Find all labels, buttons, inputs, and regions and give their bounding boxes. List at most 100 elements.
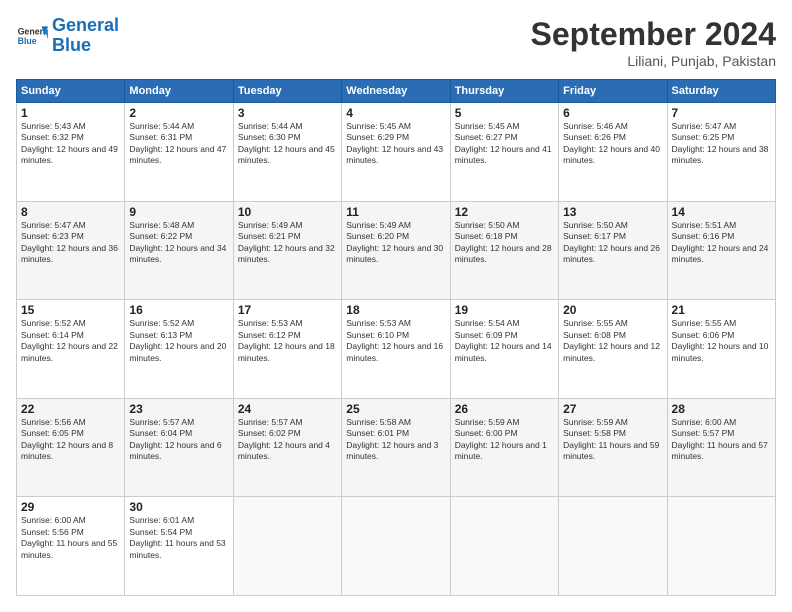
day-number: 7 <box>672 106 771 120</box>
calendar-cell: 4 Sunrise: 5:45 AM Sunset: 6:29 PM Dayli… <box>342 103 450 202</box>
day-info: Sunrise: 6:01 AM Sunset: 5:54 PM Dayligh… <box>129 515 228 561</box>
weekday-header-friday: Friday <box>559 80 667 103</box>
calendar-cell <box>450 497 558 596</box>
calendar-cell: 14 Sunrise: 5:51 AM Sunset: 6:16 PM Dayl… <box>667 201 775 300</box>
calendar-cell: 16 Sunrise: 5:52 AM Sunset: 6:13 PM Dayl… <box>125 300 233 399</box>
day-number: 30 <box>129 500 228 514</box>
week-row-3: 15 Sunrise: 5:52 AM Sunset: 6:14 PM Dayl… <box>17 300 776 399</box>
day-info: Sunrise: 5:55 AM Sunset: 6:06 PM Dayligh… <box>672 318 771 364</box>
week-row-1: 1 Sunrise: 5:43 AM Sunset: 6:32 PM Dayli… <box>17 103 776 202</box>
calendar-table: SundayMondayTuesdayWednesdayThursdayFrid… <box>16 79 776 596</box>
logo-wordmark: General Blue <box>52 16 119 56</box>
calendar-cell: 11 Sunrise: 5:49 AM Sunset: 6:20 PM Dayl… <box>342 201 450 300</box>
weekday-header-thursday: Thursday <box>450 80 558 103</box>
calendar-cell <box>342 497 450 596</box>
day-info: Sunrise: 5:59 AM Sunset: 6:00 PM Dayligh… <box>455 417 554 463</box>
day-number: 28 <box>672 402 771 416</box>
day-number: 16 <box>129 303 228 317</box>
day-info: Sunrise: 5:52 AM Sunset: 6:13 PM Dayligh… <box>129 318 228 364</box>
calendar-header: SundayMondayTuesdayWednesdayThursdayFrid… <box>17 80 776 103</box>
week-row-2: 8 Sunrise: 5:47 AM Sunset: 6:23 PM Dayli… <box>17 201 776 300</box>
calendar-cell: 25 Sunrise: 5:58 AM Sunset: 6:01 PM Dayl… <box>342 398 450 497</box>
calendar-cell: 15 Sunrise: 5:52 AM Sunset: 6:14 PM Dayl… <box>17 300 125 399</box>
calendar-cell: 18 Sunrise: 5:53 AM Sunset: 6:10 PM Dayl… <box>342 300 450 399</box>
day-number: 12 <box>455 205 554 219</box>
calendar-cell: 27 Sunrise: 5:59 AM Sunset: 5:58 PM Dayl… <box>559 398 667 497</box>
calendar-cell: 3 Sunrise: 5:44 AM Sunset: 6:30 PM Dayli… <box>233 103 341 202</box>
calendar-cell: 23 Sunrise: 5:57 AM Sunset: 6:04 PM Dayl… <box>125 398 233 497</box>
day-number: 26 <box>455 402 554 416</box>
day-info: Sunrise: 5:48 AM Sunset: 6:22 PM Dayligh… <box>129 220 228 266</box>
location-title: Liliani, Punjab, Pakistan <box>531 53 776 69</box>
day-info: Sunrise: 5:51 AM Sunset: 6:16 PM Dayligh… <box>672 220 771 266</box>
calendar-cell: 29 Sunrise: 6:00 AM Sunset: 5:56 PM Dayl… <box>17 497 125 596</box>
logo-general: General <box>52 15 119 35</box>
calendar-body: 1 Sunrise: 5:43 AM Sunset: 6:32 PM Dayli… <box>17 103 776 596</box>
day-number: 14 <box>672 205 771 219</box>
week-row-5: 29 Sunrise: 6:00 AM Sunset: 5:56 PM Dayl… <box>17 497 776 596</box>
calendar-cell <box>559 497 667 596</box>
calendar-cell: 6 Sunrise: 5:46 AM Sunset: 6:26 PM Dayli… <box>559 103 667 202</box>
day-number: 24 <box>238 402 337 416</box>
day-number: 21 <box>672 303 771 317</box>
weekday-header-wednesday: Wednesday <box>342 80 450 103</box>
day-info: Sunrise: 5:54 AM Sunset: 6:09 PM Dayligh… <box>455 318 554 364</box>
calendar-cell: 12 Sunrise: 5:50 AM Sunset: 6:18 PM Dayl… <box>450 201 558 300</box>
calendar-cell: 5 Sunrise: 5:45 AM Sunset: 6:27 PM Dayli… <box>450 103 558 202</box>
calendar-cell: 28 Sunrise: 6:00 AM Sunset: 5:57 PM Dayl… <box>667 398 775 497</box>
day-info: Sunrise: 5:53 AM Sunset: 6:12 PM Dayligh… <box>238 318 337 364</box>
day-number: 9 <box>129 205 228 219</box>
calendar-cell: 17 Sunrise: 5:53 AM Sunset: 6:12 PM Dayl… <box>233 300 341 399</box>
day-number: 18 <box>346 303 445 317</box>
day-info: Sunrise: 5:50 AM Sunset: 6:17 PM Dayligh… <box>563 220 662 266</box>
day-number: 11 <box>346 205 445 219</box>
day-number: 3 <box>238 106 337 120</box>
week-row-4: 22 Sunrise: 5:56 AM Sunset: 6:05 PM Dayl… <box>17 398 776 497</box>
day-number: 29 <box>21 500 120 514</box>
day-number: 10 <box>238 205 337 219</box>
weekday-header-sunday: Sunday <box>17 80 125 103</box>
day-info: Sunrise: 5:43 AM Sunset: 6:32 PM Dayligh… <box>21 121 120 167</box>
day-info: Sunrise: 5:52 AM Sunset: 6:14 PM Dayligh… <box>21 318 120 364</box>
day-number: 27 <box>563 402 662 416</box>
day-number: 2 <box>129 106 228 120</box>
calendar-cell: 24 Sunrise: 5:57 AM Sunset: 6:02 PM Dayl… <box>233 398 341 497</box>
day-info: Sunrise: 5:55 AM Sunset: 6:08 PM Dayligh… <box>563 318 662 364</box>
calendar-cell: 21 Sunrise: 5:55 AM Sunset: 6:06 PM Dayl… <box>667 300 775 399</box>
day-number: 15 <box>21 303 120 317</box>
calendar-cell: 8 Sunrise: 5:47 AM Sunset: 6:23 PM Dayli… <box>17 201 125 300</box>
weekday-header-tuesday: Tuesday <box>233 80 341 103</box>
calendar-cell: 10 Sunrise: 5:49 AM Sunset: 6:21 PM Dayl… <box>233 201 341 300</box>
calendar-cell: 20 Sunrise: 5:55 AM Sunset: 6:08 PM Dayl… <box>559 300 667 399</box>
day-number: 5 <box>455 106 554 120</box>
calendar-cell: 2 Sunrise: 5:44 AM Sunset: 6:31 PM Dayli… <box>125 103 233 202</box>
day-number: 1 <box>21 106 120 120</box>
day-info: Sunrise: 5:49 AM Sunset: 6:21 PM Dayligh… <box>238 220 337 266</box>
day-info: Sunrise: 5:57 AM Sunset: 6:04 PM Dayligh… <box>129 417 228 463</box>
day-info: Sunrise: 5:45 AM Sunset: 6:27 PM Dayligh… <box>455 121 554 167</box>
day-number: 19 <box>455 303 554 317</box>
day-number: 8 <box>21 205 120 219</box>
day-number: 4 <box>346 106 445 120</box>
logo-blue: Blue <box>52 35 91 55</box>
day-number: 17 <box>238 303 337 317</box>
day-number: 23 <box>129 402 228 416</box>
calendar-cell: 30 Sunrise: 6:01 AM Sunset: 5:54 PM Dayl… <box>125 497 233 596</box>
day-info: Sunrise: 6:00 AM Sunset: 5:56 PM Dayligh… <box>21 515 120 561</box>
calendar-cell: 22 Sunrise: 5:56 AM Sunset: 6:05 PM Dayl… <box>17 398 125 497</box>
day-info: Sunrise: 5:56 AM Sunset: 6:05 PM Dayligh… <box>21 417 120 463</box>
day-info: Sunrise: 5:53 AM Sunset: 6:10 PM Dayligh… <box>346 318 445 364</box>
day-info: Sunrise: 5:57 AM Sunset: 6:02 PM Dayligh… <box>238 417 337 463</box>
day-info: Sunrise: 5:49 AM Sunset: 6:20 PM Dayligh… <box>346 220 445 266</box>
day-info: Sunrise: 5:45 AM Sunset: 6:29 PM Dayligh… <box>346 121 445 167</box>
day-info: Sunrise: 5:47 AM Sunset: 6:23 PM Dayligh… <box>21 220 120 266</box>
day-info: Sunrise: 5:59 AM Sunset: 5:58 PM Dayligh… <box>563 417 662 463</box>
day-info: Sunrise: 5:47 AM Sunset: 6:25 PM Dayligh… <box>672 121 771 167</box>
calendar-cell: 26 Sunrise: 5:59 AM Sunset: 6:00 PM Dayl… <box>450 398 558 497</box>
calendar-cell: 1 Sunrise: 5:43 AM Sunset: 6:32 PM Dayli… <box>17 103 125 202</box>
day-number: 22 <box>21 402 120 416</box>
day-info: Sunrise: 5:46 AM Sunset: 6:26 PM Dayligh… <box>563 121 662 167</box>
title-block: September 2024 Liliani, Punjab, Pakistan <box>531 16 776 69</box>
day-info: Sunrise: 5:44 AM Sunset: 6:30 PM Dayligh… <box>238 121 337 167</box>
calendar-cell: 9 Sunrise: 5:48 AM Sunset: 6:22 PM Dayli… <box>125 201 233 300</box>
